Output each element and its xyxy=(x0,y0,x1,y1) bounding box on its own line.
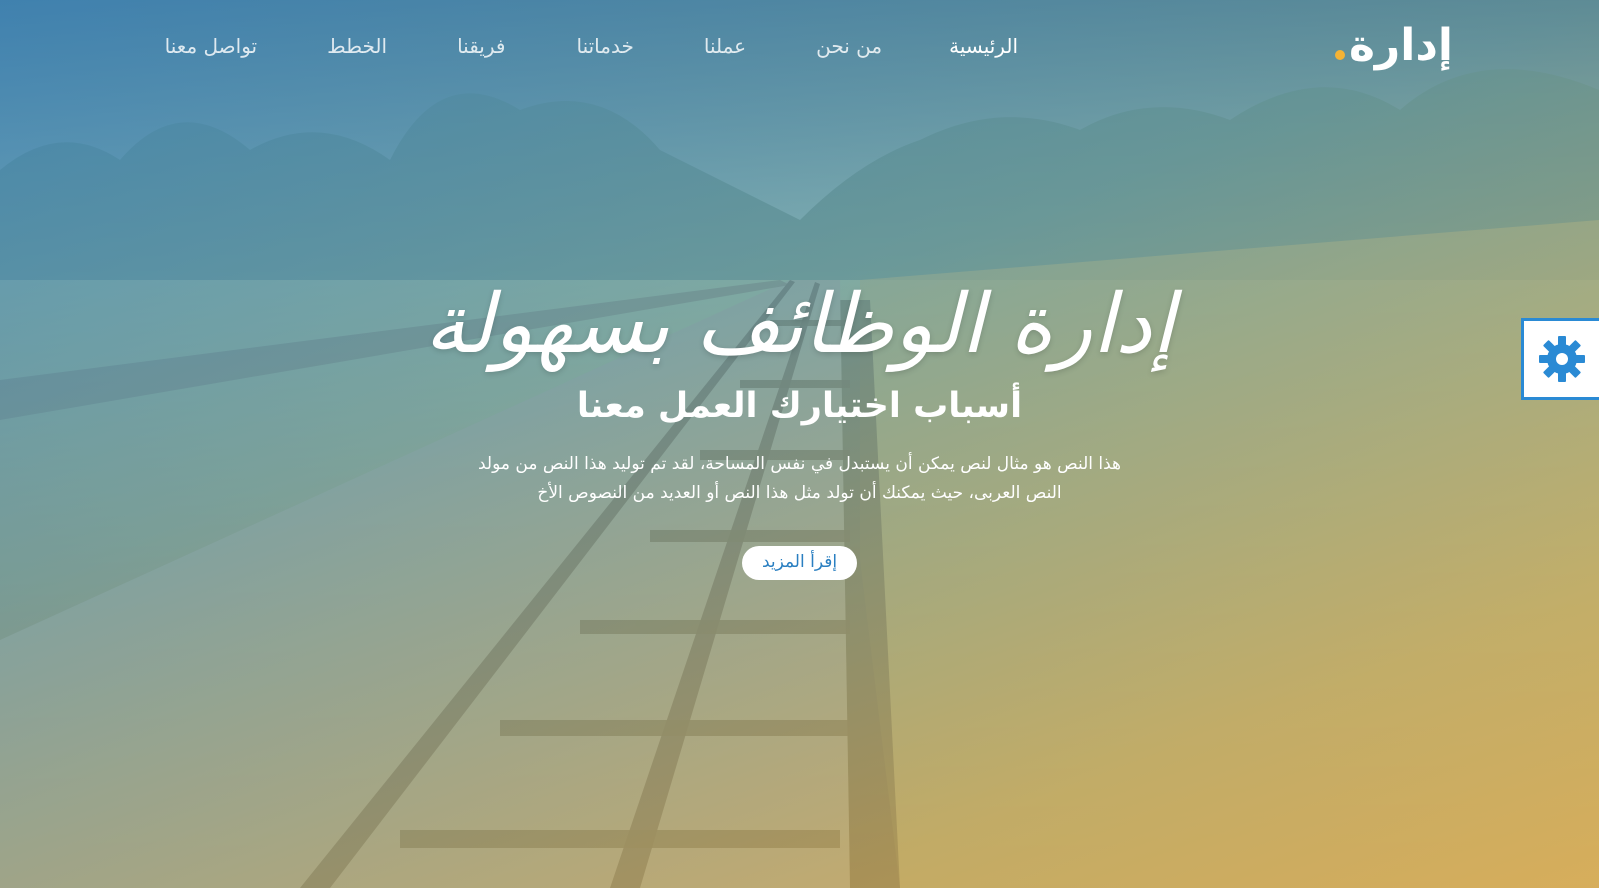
hero-content: إدارة الوظائف بسهولة أسباب اختيارك العمل… xyxy=(0,270,1599,580)
site-header: إدارة الرئيسية من نحن عملنا خدماتنا فريق… xyxy=(0,0,1599,100)
read-more-button[interactable]: إقرأ المزيد xyxy=(741,546,858,580)
nav-item-work[interactable]: عملنا xyxy=(704,34,746,58)
hero-description: هذا النص هو مثال لنص يمكن أن يستبدل في ن… xyxy=(477,454,1121,503)
settings-toggle-button[interactable] xyxy=(1521,318,1599,400)
nav-item-contact[interactable]: تواصل معنا xyxy=(165,34,257,58)
main-nav: الرئيسية من نحن عملنا خدماتنا فريقنا الخ… xyxy=(165,34,1018,58)
brand-logo[interactable]: إدارة xyxy=(1334,20,1453,71)
hero-title: إدارة الوظائف بسهولة xyxy=(424,277,1175,372)
nav-item-services[interactable]: خدماتنا xyxy=(576,34,633,58)
nav-item-team[interactable]: فريقنا xyxy=(457,34,505,58)
hero-section: إدارة الرئيسية من نحن عملنا خدماتنا فريق… xyxy=(0,0,1599,888)
nav-item-home[interactable]: الرئيسية xyxy=(949,34,1018,58)
nav-item-about[interactable]: من نحن xyxy=(816,34,882,58)
nav-item-plans[interactable]: الخطط xyxy=(327,34,387,58)
gear-icon xyxy=(1538,336,1585,382)
brand-dot xyxy=(1334,50,1345,60)
brand-name: إدارة xyxy=(1348,20,1453,71)
hero-subtitle: أسباب اختيارك العمل معنا xyxy=(576,386,1023,426)
